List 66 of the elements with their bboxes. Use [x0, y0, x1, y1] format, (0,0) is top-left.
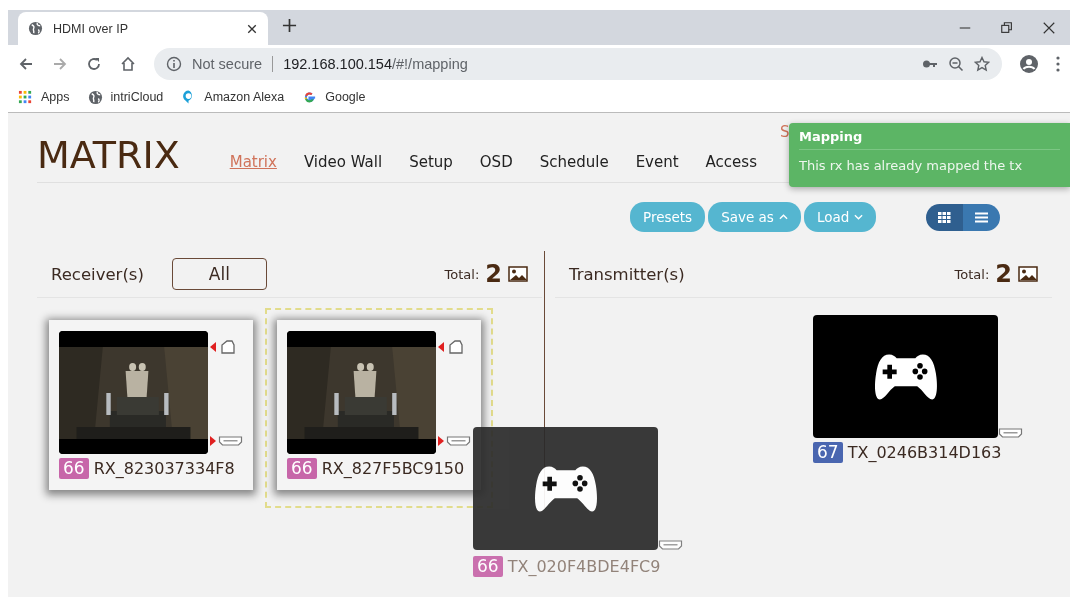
- google-icon[interactable]: [302, 89, 318, 105]
- bookmark[interactable]: Apps: [18, 89, 70, 105]
- id-badge: 66: [59, 458, 89, 479]
- network-port-icon: [220, 339, 236, 355]
- hdmi-port-icon: [658, 540, 683, 550]
- grid-view-button[interactable]: [926, 203, 964, 231]
- nav-link[interactable]: OSD: [479, 153, 513, 171]
- id-badge: 67: [813, 442, 843, 463]
- hdmi-port-icon: [218, 436, 243, 446]
- close-icon[interactable]: [1042, 20, 1056, 35]
- hdmi-port-icon: [998, 428, 1023, 438]
- globe-icon: [28, 21, 43, 36]
- grid-icon: [938, 211, 952, 223]
- total-count: 2: [485, 260, 502, 288]
- id-badge: 66: [473, 556, 503, 577]
- bookmark[interactable]: intriCloud: [87, 89, 164, 105]
- network-port-icon: [448, 339, 464, 355]
- receiver-card[interactable]: 66 RX_827F5BC9150: [277, 320, 481, 490]
- restore-icon[interactable]: [1000, 20, 1014, 35]
- toast-title: Mapping: [799, 129, 1060, 150]
- caret-up-icon: [778, 213, 788, 221]
- section-title: Transmitter(s): [569, 264, 685, 284]
- new-tab-icon[interactable]: [282, 18, 297, 33]
- info-icon[interactable]: [166, 55, 182, 72]
- total-label: Total:: [954, 266, 990, 282]
- filter-button[interactable]: All: [171, 258, 267, 290]
- device-name: TX_020F4BDE4FC9: [507, 557, 661, 576]
- list-view-button[interactable]: [963, 203, 1001, 231]
- more-icon[interactable]: [1056, 55, 1060, 72]
- section-title: Receiver(s): [51, 264, 144, 284]
- device-name: TX_0246B314D163: [847, 443, 1002, 462]
- port-indicator-icon: [210, 342, 216, 352]
- receiver-card[interactable]: 66 RX_823037334F8: [49, 320, 253, 490]
- caret-down-icon: [854, 213, 864, 221]
- nav-link[interactable]: Setup: [409, 153, 453, 171]
- star-icon[interactable]: [974, 55, 990, 72]
- nav-link[interactable]: Access: [705, 153, 757, 171]
- address-bar[interactable]: Not secure 192.168.100.154/#!/mapping: [154, 47, 1002, 80]
- toast-message: This rx has already mapped the tx: [799, 158, 1023, 173]
- hdmi-port-icon: [446, 436, 471, 446]
- globe-icon: [87, 89, 103, 105]
- device-name: RX_827F5BC9150: [321, 459, 465, 478]
- browser-tab[interactable]: HDMI over IP: [18, 12, 268, 45]
- image-icon[interactable]: [508, 266, 528, 282]
- port-indicator-icon: [438, 436, 444, 446]
- id-badge: 66: [287, 458, 317, 479]
- total-label: Total:: [444, 266, 480, 282]
- port-indicator-icon: [210, 436, 216, 446]
- zoom-out-icon[interactable]: [948, 55, 964, 72]
- back-icon[interactable]: [18, 55, 34, 72]
- app-logo: MATRIX: [37, 136, 180, 174]
- list-icon: [975, 211, 989, 223]
- total-count: 2: [995, 260, 1012, 288]
- port-indicator-icon: [438, 342, 444, 352]
- home-icon[interactable]: [120, 55, 136, 72]
- reload-icon[interactable]: [86, 55, 102, 72]
- account-icon[interactable]: [1020, 54, 1038, 73]
- device-name: RX_823037334F8: [93, 459, 235, 478]
- apps-icon[interactable]: [18, 89, 33, 105]
- nav-link[interactable]: Video Wall: [303, 153, 383, 171]
- close-icon[interactable]: [246, 22, 258, 35]
- bookmark[interactable]: Amazon Alexa: [181, 89, 285, 105]
- nav-link[interactable]: Event: [635, 153, 679, 171]
- image-icon[interactable]: [1018, 266, 1038, 282]
- bookmark[interactable]: Google: [302, 89, 366, 105]
- nav-link[interactable]: Schedule: [539, 153, 609, 171]
